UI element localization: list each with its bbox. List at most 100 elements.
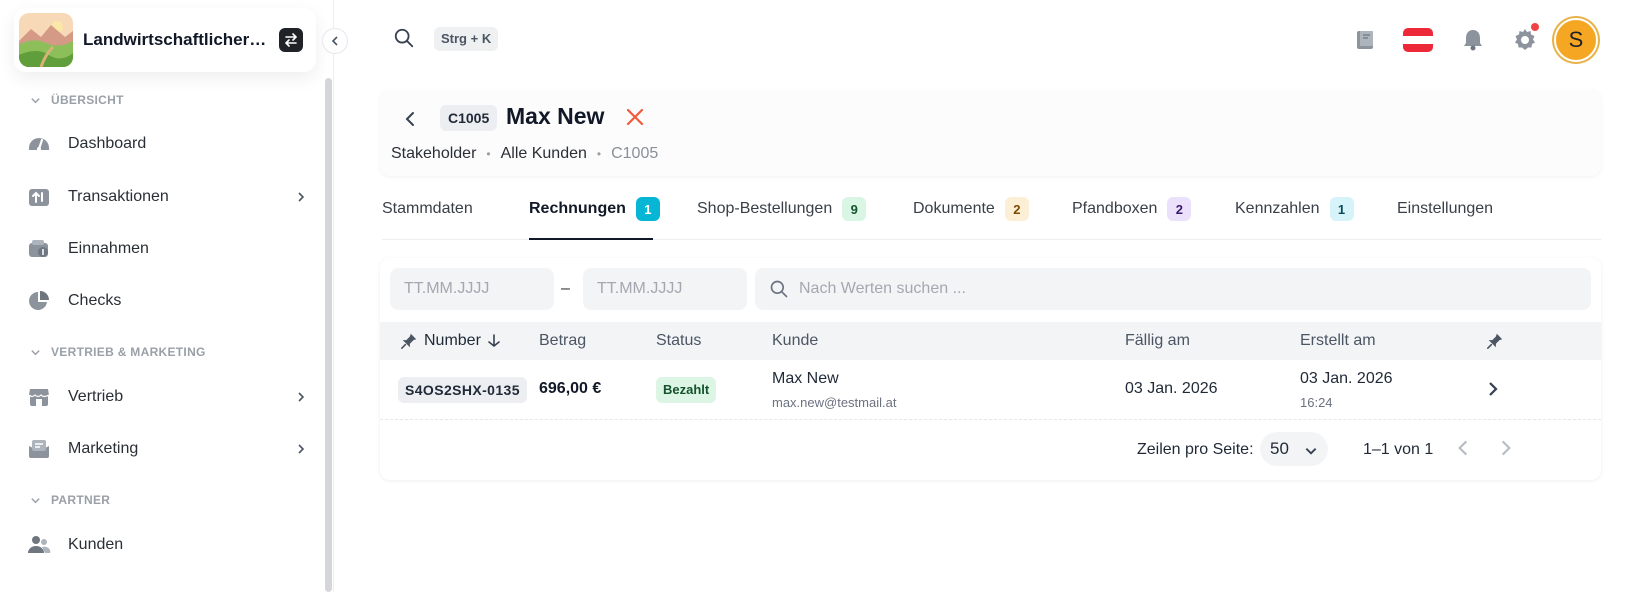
breadcrumb: Stakeholder • Alle Kunden • C1005 bbox=[391, 145, 658, 163]
column-header-kunde[interactable]: Kunde bbox=[772, 332, 818, 350]
tab-label: Kennzahlen bbox=[1235, 200, 1320, 217]
chevron-down-icon bbox=[31, 349, 40, 355]
tab-shop-bestellungen[interactable]: Shop-Bestellungen 9 bbox=[697, 196, 867, 240]
sidebar: Landwirtschaftlicher B... ÜBERSICHT Dash… bbox=[0, 0, 334, 592]
close-icon[interactable] bbox=[625, 107, 647, 129]
section-title-label: ÜBERSICHT bbox=[51, 93, 124, 107]
column-header-faellig[interactable]: Fällig am bbox=[1125, 332, 1190, 350]
customer-header: C1005 Max New Stakeholder • Alle Kunden … bbox=[380, 90, 1601, 176]
section-title-label: VERTRIEB & MARKETING bbox=[51, 345, 206, 359]
wallet-icon bbox=[26, 236, 52, 262]
table-row[interactable]: S4OS2SHX-0135 696,00 € Bezahlt Max New m… bbox=[380, 360, 1601, 420]
austria-flag-icon[interactable] bbox=[1401, 25, 1435, 55]
column-header-erstellt[interactable]: Erstellt am bbox=[1300, 332, 1376, 350]
tab-count-badge: 1 bbox=[1329, 197, 1354, 221]
sidebar-item-einnahmen[interactable]: Einnahmen bbox=[26, 229, 308, 269]
section-partner[interactable]: PARTNER bbox=[30, 493, 110, 507]
chevron-right-icon[interactable] bbox=[1484, 380, 1504, 400]
sidebar-item-label: Transaktionen bbox=[68, 188, 169, 205]
bell-icon[interactable] bbox=[1458, 25, 1488, 55]
switch-org-icon[interactable] bbox=[279, 28, 303, 52]
sidebar-scrollbar[interactable] bbox=[325, 78, 332, 592]
tab-dokumente[interactable]: Dokumente 2 bbox=[913, 196, 1029, 240]
section-uebersicht[interactable]: ÜBERSICHT bbox=[30, 93, 124, 107]
chevron-down-icon bbox=[31, 97, 40, 103]
chevron-left-icon bbox=[331, 36, 338, 46]
date-from-field[interactable] bbox=[390, 268, 554, 310]
date-to-field[interactable] bbox=[583, 268, 747, 310]
tab-stammdaten[interactable]: Stammdaten bbox=[382, 196, 473, 240]
tab-bar: Stammdaten Rechnungen 1 Shop-Bestellunge… bbox=[382, 196, 1601, 240]
org-name: Landwirtschaftlicher B... bbox=[83, 30, 269, 49]
sidebar-item-label: Einnahmen bbox=[68, 240, 149, 257]
row-created-date: 03 Jan. 2026 bbox=[1300, 370, 1393, 387]
sidebar-item-transaktionen[interactable]: Transaktionen bbox=[26, 177, 308, 217]
tab-rechnungen[interactable]: Rechnungen 1 bbox=[529, 196, 660, 240]
tab-label: Stammdaten bbox=[382, 200, 473, 217]
section-vertrieb-marketing[interactable]: VERTRIEB & MARKETING bbox=[30, 345, 206, 359]
tab-kennzahlen[interactable]: Kennzahlen 1 bbox=[1235, 196, 1354, 240]
chevron-down-icon bbox=[1304, 443, 1318, 457]
org-switcher[interactable]: Landwirtschaftlicher B... bbox=[14, 8, 316, 72]
customer-name: Max New bbox=[506, 103, 605, 129]
chevron-right-icon bbox=[294, 390, 308, 404]
search-icon[interactable] bbox=[393, 27, 417, 51]
column-header-betrag[interactable]: Betrag bbox=[539, 332, 586, 350]
sidebar-item-label: Checks bbox=[68, 292, 122, 309]
next-page-icon[interactable] bbox=[1496, 438, 1518, 460]
tab-einstellungen[interactable]: Einstellungen bbox=[1397, 196, 1493, 240]
notification-dot bbox=[1531, 23, 1539, 31]
breadcrumb-stakeholder[interactable]: Stakeholder bbox=[391, 145, 476, 163]
user-avatar[interactable]: S bbox=[1554, 18, 1598, 62]
back-arrow-icon[interactable] bbox=[402, 109, 422, 131]
status-badge: Bezahlt bbox=[656, 377, 717, 403]
column-header-status[interactable]: Status bbox=[656, 332, 701, 350]
pie-chart-icon bbox=[26, 288, 52, 314]
tab-count-badge: 9 bbox=[842, 197, 867, 221]
chevron-right-icon bbox=[294, 190, 308, 204]
rows-per-page-select[interactable]: 50 bbox=[1260, 432, 1328, 466]
sidebar-item-label: Kunden bbox=[68, 536, 124, 553]
tab-label: Pfandboxen bbox=[1072, 200, 1158, 217]
sort-arrow-down-icon bbox=[488, 334, 500, 348]
tab-label: Rechnungen bbox=[529, 200, 626, 217]
breadcrumb-current: C1005 bbox=[611, 145, 659, 162]
tab-label: Shop-Bestellungen bbox=[697, 200, 833, 217]
org-logo bbox=[19, 13, 73, 67]
collapse-sidebar-button[interactable] bbox=[322, 28, 348, 54]
table-header: Number Betrag Status Kunde Fällig am Ers… bbox=[380, 322, 1601, 360]
sidebar-item-label: Dashboard bbox=[68, 135, 147, 152]
breadcrumb-separator: • bbox=[486, 147, 491, 161]
rows-per-page-value: 50 bbox=[1270, 439, 1289, 458]
megaphone-icon bbox=[26, 436, 52, 462]
search-shortcut-badge[interactable]: Strg + K bbox=[434, 27, 499, 51]
settings-gear-icon[interactable] bbox=[1510, 23, 1540, 55]
row-due-date: 03 Jan. 2026 bbox=[1125, 380, 1218, 397]
sidebar-item-checks[interactable]: Checks bbox=[26, 281, 308, 321]
tab-label: Dokumente bbox=[913, 200, 995, 217]
app-root: Landwirtschaftlicher B... ÜBERSICHT Dash… bbox=[0, 0, 1633, 592]
sidebar-item-vertrieb[interactable]: Vertrieb bbox=[26, 377, 308, 417]
sidebar-item-marketing[interactable]: Marketing bbox=[26, 429, 308, 469]
previous-page-icon[interactable] bbox=[1453, 438, 1475, 460]
tab-pfandboxen[interactable]: Pfandboxen 2 bbox=[1072, 196, 1192, 240]
table-search-input[interactable] bbox=[799, 268, 1579, 310]
breadcrumb-separator: • bbox=[596, 147, 602, 161]
rows-per-page-label: Zeilen pro Seite: bbox=[1137, 441, 1254, 458]
tab-count-badge: 2 bbox=[1004, 197, 1029, 221]
section-title-label: PARTNER bbox=[51, 493, 111, 507]
pin-columns-icon[interactable] bbox=[1486, 332, 1504, 350]
pagination-range: 1–1 von 1 bbox=[1363, 441, 1434, 458]
chevron-right-icon bbox=[294, 442, 308, 456]
invoices-card: – Number Betrag Status Kunde Fällig am E… bbox=[380, 258, 1601, 480]
column-header-number[interactable]: Number bbox=[400, 332, 501, 350]
book-icon[interactable] bbox=[1350, 25, 1380, 55]
sidebar-item-dashboard[interactable]: Dashboard bbox=[26, 124, 308, 164]
invoice-number-chip: S4OS2SHX-0135 bbox=[398, 377, 527, 403]
tab-count-badge: 1 bbox=[635, 197, 660, 221]
column-header-label: Number bbox=[424, 332, 481, 349]
sidebar-item-kunden[interactable]: Kunden bbox=[26, 525, 308, 565]
customer-id-chip: C1005 bbox=[440, 105, 498, 131]
date-range-separator: – bbox=[561, 280, 570, 297]
breadcrumb-alle-kunden[interactable]: Alle Kunden bbox=[501, 145, 587, 163]
